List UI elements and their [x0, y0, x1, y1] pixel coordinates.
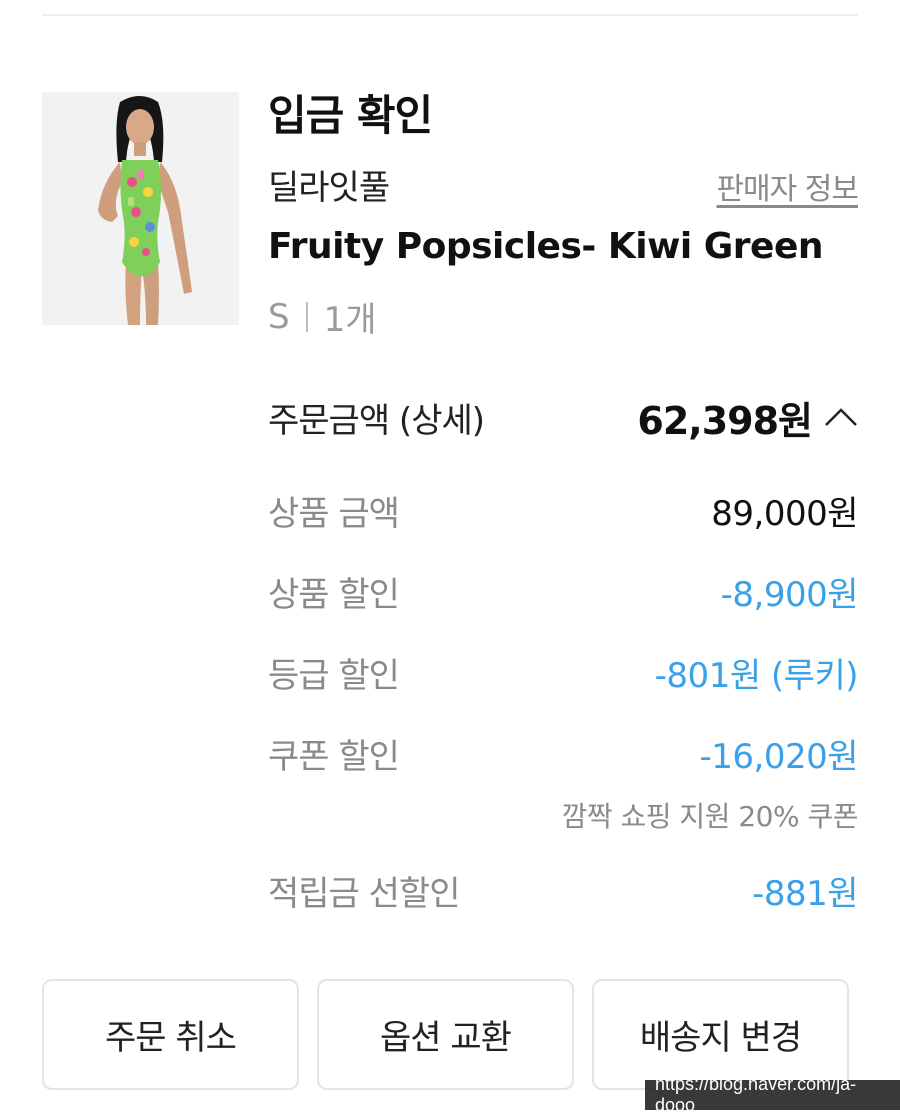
coupon-discount-label: 쿠폰 할인: [268, 736, 400, 777]
order-status-title: 입금 확인: [268, 91, 433, 140]
coupon-discount-value: -16,020원: [699, 736, 858, 777]
seller-info-link[interactable]: 판매자 정보: [716, 164, 859, 208]
option-quantity: 1개: [323, 300, 377, 340]
order-total-value: 62,398원: [637, 398, 813, 443]
product-amount-value: 89,000원: [711, 493, 858, 534]
option-size: S: [268, 296, 290, 337]
product-discount-label: 상품 할인: [268, 574, 400, 615]
product-image[interactable]: [42, 92, 239, 325]
points-discount-value: -881원: [752, 873, 858, 914]
watermark: https://blog.naver.com/ja-dooo: [645, 1074, 900, 1115]
exchange-option-button[interactable]: 옵션 교환: [317, 979, 574, 1090]
product-name[interactable]: Fruity Popsicles- Kiwi Green: [268, 226, 824, 267]
product-amount-label: 상품 금액: [268, 493, 400, 534]
option-separator: [305, 301, 308, 332]
grade-discount-row: 등급 할인 -801원 (루키): [268, 647, 859, 697]
cancel-order-button[interactable]: 주문 취소: [42, 979, 299, 1090]
top-divider: [42, 14, 858, 16]
order-total-right: 62,398원: [637, 390, 858, 445]
product-option: S 1개: [268, 292, 377, 341]
points-discount-row: 적립금 선할인 -881원: [268, 865, 858, 915]
product-amount-row: 상품 금액 89,000원: [268, 485, 858, 535]
order-total-toggle[interactable]: 주문금액 (상세) 62,398원: [268, 390, 858, 445]
coupon-discount-row: 쿠폰 할인 -16,020원: [268, 728, 858, 778]
chevron-up-icon[interactable]: [824, 405, 858, 429]
grade-discount-value: -801원 (루키): [654, 655, 859, 696]
product-discount-row: 상품 할인 -8,900원: [268, 566, 859, 616]
grade-discount-label: 등급 할인: [268, 655, 400, 696]
product-discount-value: -8,900원: [720, 574, 859, 615]
coupon-note: 깜짝 쇼핑 지원 20% 쿠폰: [561, 800, 859, 833]
order-total-label: 주문금액 (상세): [268, 400, 485, 441]
points-discount-label: 적립금 선할인: [268, 873, 460, 914]
seller-name[interactable]: 딜라잇풀: [268, 160, 390, 209]
